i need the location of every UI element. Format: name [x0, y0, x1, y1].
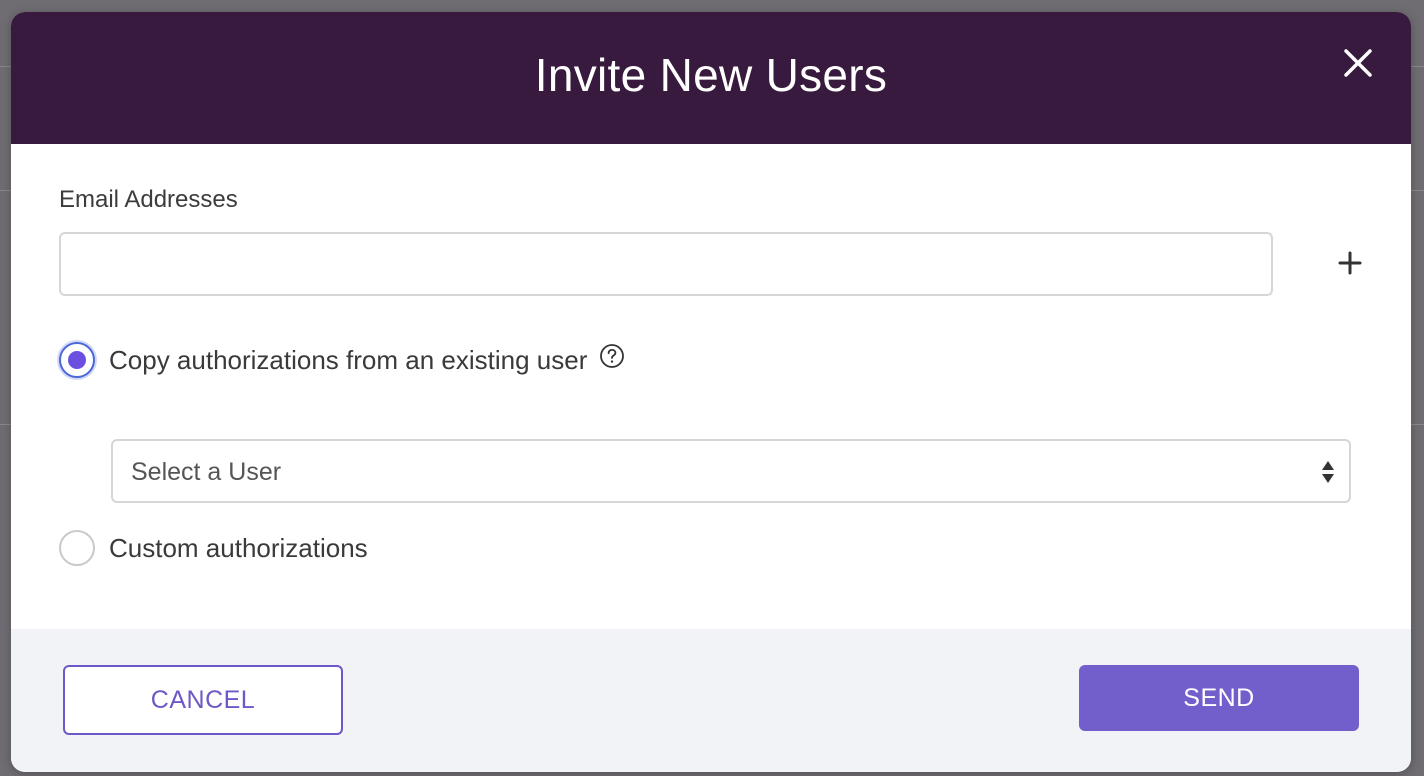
up-down-arrows-icon: [1321, 459, 1335, 485]
add-email-button[interactable]: [1333, 246, 1367, 280]
copy-authorizations-label: Copy authorizations from an existing use…: [109, 344, 588, 375]
email-addresses-label: Email Addresses: [59, 186, 238, 213]
custom-authorizations-option[interactable]: Custom authorizations: [59, 530, 368, 566]
modal-footer: CANCEL SEND: [11, 629, 1411, 772]
close-button[interactable]: [1341, 46, 1375, 80]
copy-authorizations-option[interactable]: Copy authorizations from an existing use…: [59, 342, 625, 378]
custom-authorizations-label: Custom authorizations: [109, 532, 368, 563]
invite-users-modal: Invite New Users Email Addresses Copy au…: [11, 12, 1411, 772]
question-circle-icon[interactable]: [599, 343, 625, 369]
close-icon: [1344, 49, 1372, 77]
copy-authorizations-radio[interactable]: [59, 342, 95, 378]
send-button[interactable]: SEND: [1079, 665, 1359, 731]
custom-authorizations-radio[interactable]: [59, 530, 95, 566]
modal-title: Invite New Users: [534, 49, 888, 101]
cancel-button[interactable]: CANCEL: [63, 665, 343, 735]
select-user-dropdown[interactable]: Select a User: [111, 439, 1351, 503]
select-user-value: Select a User: [131, 458, 282, 486]
plus-icon: [1338, 251, 1362, 275]
modal-header: Invite New Users: [11, 12, 1411, 144]
email-addresses-input[interactable]: [59, 232, 1273, 296]
